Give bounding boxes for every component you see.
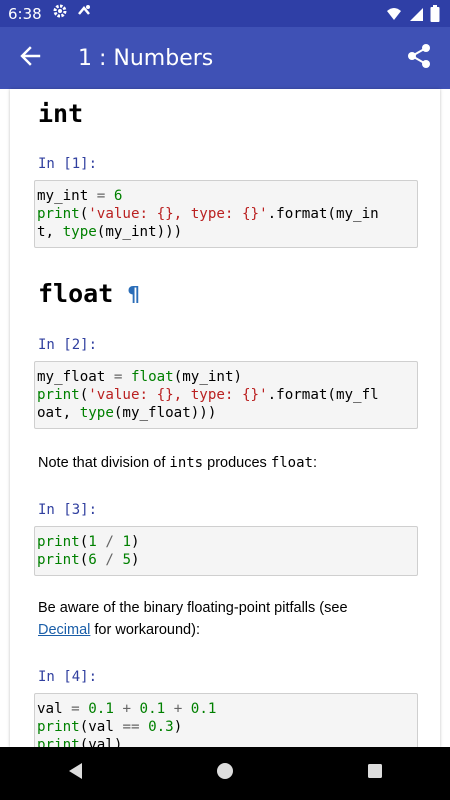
pitfalls-text: for workaround): [90, 622, 200, 638]
inline-code-ints: ints [169, 455, 204, 471]
back-button[interactable] [0, 27, 60, 89]
home-circle-icon [214, 760, 236, 787]
heading-float: float [38, 279, 114, 308]
share-button[interactable] [400, 39, 438, 77]
cell-prompt-2: In [2]: [38, 337, 98, 353]
settings-icon [52, 3, 68, 24]
back-arrow-icon [19, 45, 41, 72]
share-icon [406, 43, 432, 74]
decimal-link[interactable]: Decimal [38, 622, 90, 638]
status-time: 6:38 [8, 4, 42, 23]
code-cell-4[interactable]: val = 0.1 + 0.1 + 0.1 print(val == 0.3) … [34, 693, 418, 747]
signal-icon [408, 6, 424, 27]
heading-float-row: float ¶ [38, 279, 140, 308]
nav-recents-button[interactable] [345, 747, 405, 800]
status-bar: 6:38 [0, 0, 450, 27]
nav-back-button[interactable] [45, 747, 105, 800]
wifi-icon [386, 6, 402, 27]
inline-code-float: float [270, 455, 313, 471]
recents-square-icon [366, 762, 384, 785]
battery-icon [430, 5, 440, 27]
cell-prompt-4: In [4]: [38, 669, 98, 685]
code-cell-2[interactable]: my_float = float(my_int) print('value: {… [34, 361, 418, 429]
note-text: : [312, 455, 318, 471]
note-text: Note that division of [38, 455, 170, 471]
back-triangle-icon [66, 761, 84, 786]
heading-int: int [38, 99, 84, 128]
sync-icon [76, 3, 92, 24]
heading-anchor-link[interactable]: ¶ [127, 282, 140, 306]
system-nav-bar [0, 747, 450, 800]
code-cell-1[interactable]: my_int = 6 print('value: {}, type: {}'.f… [34, 180, 418, 248]
code-cell-3[interactable]: print(1 / 1) print(6 / 5) [34, 526, 418, 576]
note-pitfalls: Be aware of the binary floating-point pi… [38, 597, 420, 641]
cell-prompt-1: In [1]: [38, 156, 98, 172]
cell-prompt-3: In [3]: [38, 502, 98, 518]
note-text: produces [203, 455, 271, 471]
page-title: 1 : Numbers [78, 45, 214, 71]
note-division: Note that division of ints produces floa… [38, 452, 317, 474]
nav-home-button[interactable] [195, 747, 255, 800]
app-bar: 1 : Numbers [0, 27, 450, 89]
notebook-view[interactable]: int In [1]: my_int = 6 print('value: {},… [10, 89, 440, 747]
pitfalls-text: Be aware of the binary floating-point pi… [38, 600, 348, 616]
